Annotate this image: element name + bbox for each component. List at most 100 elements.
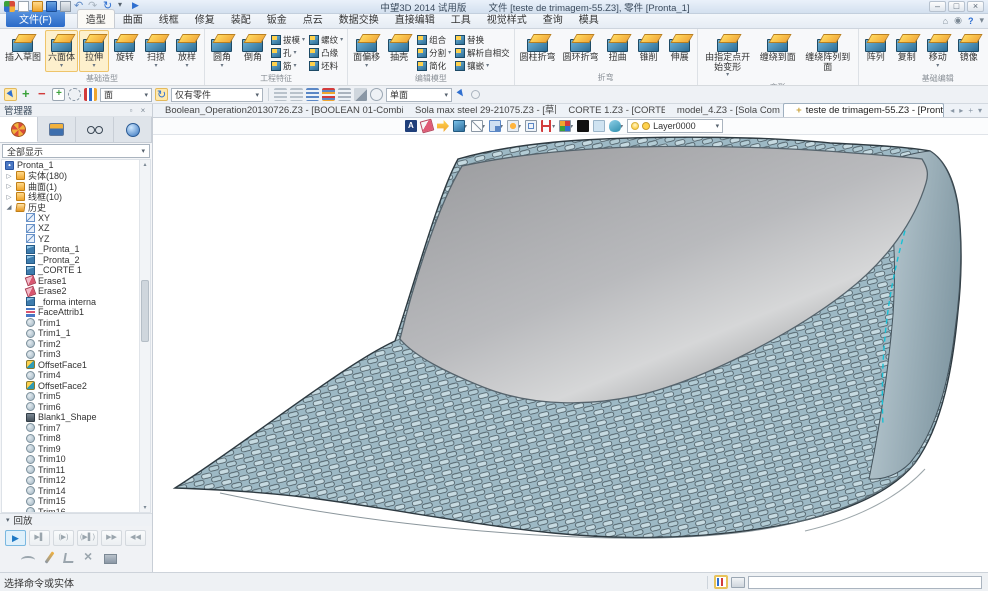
tree-item[interactable]: Trim14 — [2, 486, 138, 497]
tree-item[interactable]: XZ — [2, 223, 138, 234]
view-tool[interactable] — [525, 120, 537, 132]
panel-restore-icon[interactable]: ▫ — [126, 106, 136, 115]
quickbar-icon[interactable] — [84, 88, 97, 101]
view-tool[interactable] — [405, 120, 417, 132]
replay-tool-icon[interactable] — [82, 551, 96, 564]
tree-item[interactable]: _Pronta_2 — [2, 255, 138, 266]
view-tool[interactable]: ▾ — [507, 120, 521, 132]
replay-button[interactable]: (▶▌) — [77, 530, 98, 546]
ribbon-tool-small[interactable]: 分割▾ — [417, 46, 451, 59]
tab-nav-icon[interactable]: + — [968, 106, 973, 115]
ribbon-tool[interactable]: 扫掠▾ — [141, 30, 171, 72]
quickbar-icon[interactable] — [290, 88, 303, 101]
quickbar-icon[interactable] — [455, 88, 468, 101]
replay-tool-icon[interactable] — [104, 554, 117, 564]
replay-tool-icon[interactable] — [45, 551, 55, 563]
entity-filter-select[interactable]: 面 — [100, 88, 152, 102]
tree-item[interactable]: Erase1 — [2, 276, 138, 287]
layer-select[interactable]: Layer0000 — [627, 119, 723, 133]
ribbon-tool-small[interactable]: 坯料 — [309, 59, 343, 72]
3d-viewport[interactable] — [153, 135, 988, 572]
tree-scrollbar[interactable]: ▴ ▾ — [139, 160, 150, 512]
ribbon-tool[interactable]: 倒角 — [238, 30, 268, 72]
ribbon-tab[interactable]: 查询 — [535, 10, 571, 28]
tree-expander-icon[interactable]: ▷ — [5, 193, 13, 201]
panel-tab[interactable] — [38, 117, 76, 142]
document-tab[interactable]: + teste de trimagem-55.Z3 - [Pronta_1] × — [783, 103, 944, 117]
tree-item[interactable]: Trim16 — [2, 507, 138, 513]
qat-icon[interactable] — [130, 1, 141, 12]
tree-item[interactable]: Trim3 — [2, 349, 138, 360]
ribbon-tab[interactable]: 工具 — [443, 10, 479, 28]
close-button[interactable]: × — [967, 1, 984, 12]
ribbon-tab[interactable]: 数据交换 — [331, 10, 387, 28]
ribbon-tool[interactable]: 面偏移▾ — [350, 30, 383, 72]
tree-item[interactable]: ▷ 线框(10) — [2, 192, 138, 203]
panel-tab[interactable] — [0, 117, 38, 142]
tree-expander-icon[interactable]: ▷ — [5, 172, 13, 180]
replay-button[interactable]: ▶▌ — [29, 530, 50, 546]
tree-item[interactable]: Trim1_1 — [2, 328, 138, 339]
qat-icon[interactable] — [4, 1, 15, 12]
replay-section-header[interactable]: ▾ 回放 — [0, 513, 152, 526]
replay-tool-icon[interactable] — [21, 556, 35, 564]
ribbon-tool[interactable]: 抽壳 — [384, 30, 414, 72]
scrollbar-thumb[interactable] — [141, 280, 149, 342]
qat-icon[interactable] — [74, 1, 85, 12]
view-tool[interactable] — [577, 120, 589, 132]
panel-tab[interactable] — [114, 117, 152, 142]
quickbar-icon[interactable] — [52, 88, 65, 101]
replay-button[interactable]: ◀◀ — [125, 530, 146, 546]
ribbon-tool-small[interactable]: 简化 — [417, 59, 451, 72]
document-tab[interactable]: model_4.Z3 - [Sola Com 2%] — [665, 104, 783, 117]
ribbon-tool[interactable]: 缠绕到面 — [757, 30, 799, 81]
qat-icon[interactable] — [18, 1, 29, 12]
quickbar-icon[interactable] — [274, 88, 287, 101]
ribbon-tool[interactable]: 缠绕阵列到面 — [800, 30, 856, 81]
tree-item[interactable]: ▷ 曲面(1) — [2, 181, 138, 192]
ribbon-tool-small[interactable]: 替换 — [455, 33, 510, 46]
quickbar-icon[interactable] — [322, 88, 335, 101]
qat-icon[interactable] — [116, 1, 127, 12]
tree-item[interactable]: Trim15 — [2, 496, 138, 507]
status-note-icon[interactable] — [731, 577, 745, 588]
tree-item[interactable]: OffsetFace2 — [2, 381, 138, 392]
ribbon-tool[interactable]: 圆柱折弯 — [517, 30, 559, 65]
tree-item[interactable]: _Pronta_1 — [2, 244, 138, 255]
ribbon-tool[interactable]: 放样▾ — [172, 30, 202, 72]
tree-item[interactable]: Blank1_Shape — [2, 412, 138, 423]
ribbon-tab[interactable]: 装配 — [223, 10, 259, 28]
document-tab[interactable]: CORTE 1.Z3 - [CORTE 1] — [556, 104, 665, 117]
minimize-button[interactable]: – — [929, 1, 946, 12]
ribbon-tab[interactable]: 线框 — [151, 10, 187, 28]
view-tool[interactable]: ▾ — [453, 120, 467, 132]
panel-tab[interactable] — [76, 117, 114, 142]
replay-button[interactable]: ▶▶ — [101, 530, 122, 546]
tab-nav-icon[interactable]: ◂ — [950, 106, 954, 115]
view-tool[interactable]: ▾ — [541, 120, 555, 132]
status-filter-icon[interactable] — [714, 575, 728, 589]
ribbon-tool[interactable]: 扭曲 — [603, 30, 633, 65]
tree-expander-icon[interactable]: ◢ — [5, 203, 13, 211]
shoe-model[interactable] — [153, 135, 988, 573]
quickbar-icon[interactable] — [36, 88, 49, 101]
ribbon-tool[interactable]: 六面体▾ — [45, 30, 78, 72]
qat-icon[interactable] — [60, 1, 71, 12]
ribbon-tool-small[interactable]: 螺纹▾ — [309, 33, 343, 46]
view-tool[interactable]: ▾ — [609, 120, 623, 132]
tree-item[interactable]: Erase2 — [2, 286, 138, 297]
tree-item[interactable]: Pronta_1 — [2, 160, 138, 171]
qat-icon[interactable] — [32, 1, 43, 12]
menu-icon[interactable]: ⌂ — [943, 16, 948, 26]
view-tool[interactable]: ▾ — [489, 120, 503, 132]
ribbon-tool-small[interactable]: 筋▾ — [271, 59, 305, 72]
ribbon-tool-small[interactable]: 拔模▾ — [271, 33, 305, 46]
view-tool[interactable] — [593, 120, 605, 132]
ribbon-tab[interactable]: 修复 — [187, 10, 223, 28]
document-tab[interactable]: Boolean_Operation20130726.Z3 - [BOOLEAN … — [153, 104, 403, 117]
quickbar-icon[interactable] — [155, 88, 168, 101]
ribbon-tool-small[interactable]: 镶嵌▾ — [455, 59, 510, 72]
ribbon-tab[interactable]: 曲面 — [115, 10, 151, 28]
replay-button[interactable]: (▶) — [53, 530, 74, 546]
ribbon-tool[interactable]: 镜像 — [954, 30, 984, 72]
